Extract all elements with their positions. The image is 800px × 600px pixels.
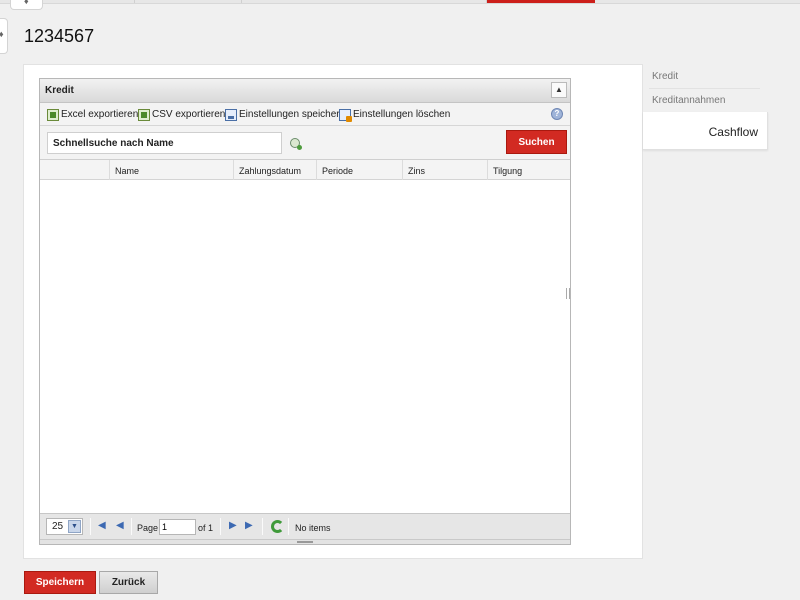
sidenav-item-kredit[interactable]: Kredit <box>652 71 678 82</box>
top-nav-active-indicator[interactable] <box>487 0 595 3</box>
search-bar: Suchen <box>40 126 570 160</box>
page-size-select[interactable]: 25 ▼ <box>46 518 83 535</box>
pager-separator <box>262 518 263 535</box>
back-button[interactable]: Zurück <box>99 571 158 594</box>
delete-settings-button[interactable]: Einstellungen löschen <box>339 107 450 122</box>
grid-header: Kredit ▲ <box>40 79 570 103</box>
grid-splitter-handle[interactable] <box>566 288 570 299</box>
excel-export-label: Excel exportieren <box>61 109 139 120</box>
column-header-select[interactable] <box>40 160 110 180</box>
grid-collapse-button[interactable]: ▲ <box>551 82 567 98</box>
csv-icon <box>138 108 150 121</box>
chevron-right-icon: ♦ <box>0 29 4 39</box>
triangle-up-icon: ▲ <box>555 85 563 94</box>
column-header-tilgung[interactable]: Tilgung <box>488 160 570 180</box>
csv-export-label: CSV exportieren <box>152 109 226 120</box>
grid-body <box>40 181 570 514</box>
top-nav-segment[interactable] <box>135 0 242 3</box>
sidenav-item-cashflow[interactable]: Cashflow <box>643 112 768 150</box>
search-input[interactable] <box>47 132 282 154</box>
grid-pager: 25 ▼ ◀ ◀ Page of 1 ▶ ▶ No items <box>40 513 570 539</box>
pager-separator <box>90 518 91 535</box>
sidenav-item-kreditannahmen[interactable]: Kreditannahmen <box>652 95 725 106</box>
pager-separator <box>131 518 132 535</box>
delete-settings-label: Einstellungen löschen <box>353 109 451 120</box>
last-page-icon[interactable]: ▶ <box>245 520 253 531</box>
excel-icon <box>47 108 59 121</box>
resize-grip-icon <box>297 541 313 543</box>
column-header-zahlungsdatum[interactable]: Zahlungsdatum <box>234 160 317 180</box>
sidenav-divider <box>649 88 760 89</box>
grid-toolbar: Excel exportieren CSV exportieren Einste… <box>40 103 570 126</box>
chevron-down-icon: ▼ <box>68 520 81 533</box>
chevron-down-icon: ♦ <box>24 0 29 6</box>
next-page-icon[interactable]: ▶ <box>229 520 237 531</box>
search-button[interactable]: Suchen <box>506 130 567 154</box>
refresh-icon[interactable] <box>271 520 284 533</box>
delete-settings-icon <box>339 108 352 122</box>
page-title: 1234567 <box>24 26 95 46</box>
first-page-icon[interactable]: ◀ <box>98 520 106 531</box>
save-settings-label: Einstellungen speichern <box>239 109 346 120</box>
column-header-name[interactable]: Name <box>110 160 234 180</box>
column-headers: Name Zahlungsdatum Periode Zins Tilgung <box>40 160 570 180</box>
page-label: Page <box>137 523 159 533</box>
grid-title: Kredit <box>45 85 74 96</box>
pager-status: No items <box>295 523 331 533</box>
help-icon[interactable]: ? <box>551 108 563 120</box>
save-settings-button[interactable]: Einstellungen speichern <box>225 107 345 122</box>
grid-resize-strip[interactable] <box>40 539 570 544</box>
kredit-grid: Kredit ▲ Excel exportieren CSV exportier… <box>39 78 571 545</box>
save-settings-icon <box>225 108 237 121</box>
save-button[interactable]: Speichern <box>24 571 96 594</box>
column-header-periode[interactable]: Periode <box>317 160 403 180</box>
top-collapse-tab[interactable]: ♦ <box>10 0 43 10</box>
page-count-label: of 1 <box>198 523 214 533</box>
column-header-zins[interactable]: Zins <box>403 160 488 180</box>
sidenav-item-cashflow-label: Cashflow <box>708 125 758 139</box>
csv-export-button[interactable]: CSV exportieren <box>138 107 225 122</box>
top-nav-strip <box>0 0 800 4</box>
excel-export-button[interactable]: Excel exportieren <box>47 107 138 122</box>
pager-separator <box>288 518 289 535</box>
previous-page-icon[interactable]: ◀ <box>116 520 124 531</box>
left-collapse-tab[interactable]: ♦ <box>0 18 8 54</box>
advanced-search-icon[interactable] <box>290 138 302 150</box>
pager-separator <box>220 518 221 535</box>
top-nav-segment[interactable] <box>242 0 487 3</box>
page-number-input[interactable] <box>159 519 196 535</box>
page-size-value: 25 <box>52 521 64 532</box>
